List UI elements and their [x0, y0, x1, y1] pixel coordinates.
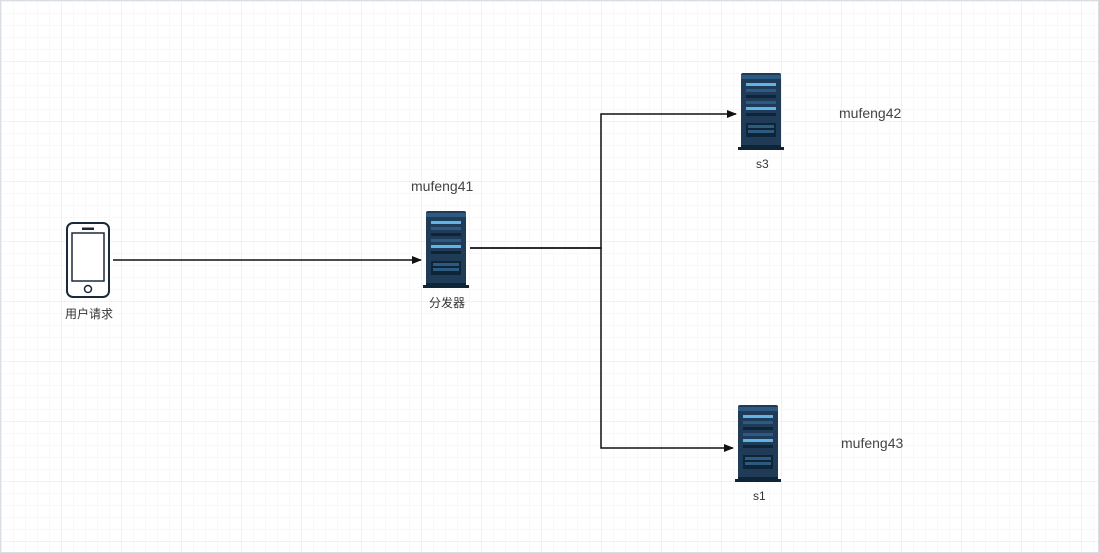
edge-dispatcher-s1 — [470, 248, 733, 448]
edge-dispatcher-s3 — [470, 114, 736, 248]
server-icon-s1 — [735, 405, 781, 482]
s3-title: mufeng42 — [839, 105, 901, 121]
dispatcher-caption: 分发器 — [429, 294, 465, 311]
phone-icon — [67, 223, 109, 297]
s3-caption: s3 — [756, 157, 769, 171]
diagram-canvas: 用户请求 mufeng41 分发器 mufeng42 s3 mufeng43 s… — [0, 0, 1099, 553]
dispatcher-title: mufeng41 — [411, 178, 473, 194]
diagram-svg — [1, 1, 1099, 553]
s1-caption: s1 — [753, 489, 766, 503]
s1-title: mufeng43 — [841, 435, 903, 451]
server-icon-dispatcher — [423, 211, 469, 288]
server-icon-s3 — [738, 73, 784, 150]
client-caption: 用户请求 — [65, 305, 113, 322]
